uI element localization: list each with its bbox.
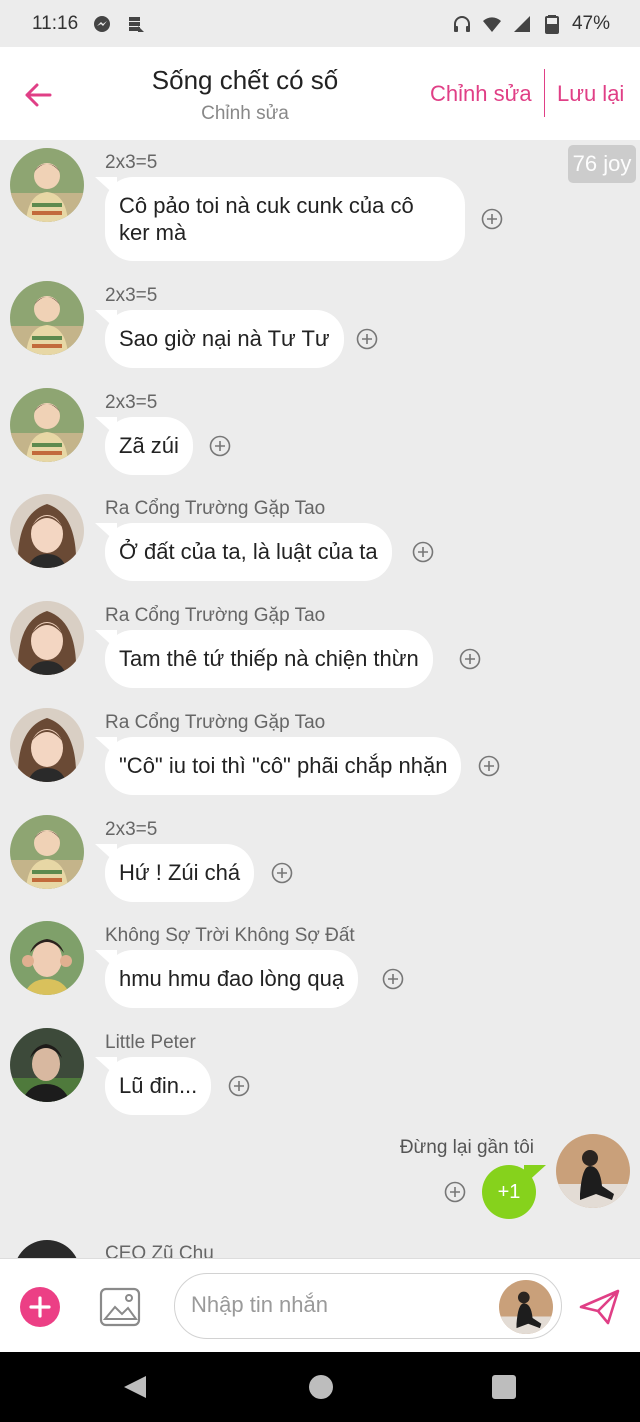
- image-icon[interactable]: [99, 1287, 141, 1327]
- plus-circle-icon[interactable]: [356, 328, 378, 350]
- message-bubble[interactable]: Ở đất của ta, là luật của ta: [105, 523, 392, 581]
- send-icon[interactable]: [578, 1287, 622, 1327]
- avatar[interactable]: [10, 601, 84, 675]
- composer-bar: [0, 1258, 640, 1352]
- avatar[interactable]: [10, 1028, 84, 1102]
- message-bubble[interactable]: hmu hmu đao lòng quạ: [105, 950, 359, 1008]
- message-text: Zã zúi: [119, 433, 179, 458]
- sender-name: 2x3=5: [105, 285, 158, 306]
- sender-name: Little Peter: [105, 1032, 196, 1053]
- nav-back-icon[interactable]: [122, 1374, 148, 1400]
- message-text: Tam thê tứ thiếp nà chiện thừn: [119, 646, 419, 671]
- message-bubble[interactable]: Cô pảo toi nà cuk cunk của cô ker mà: [105, 177, 465, 261]
- message-text: Lũ đin...: [119, 1073, 198, 1098]
- message-bubble[interactable]: "Cô" iu toi thì "cô" phãi chắp nhặn: [105, 737, 462, 795]
- message-text: Ở đất của ta, là luật của ta: [119, 539, 378, 564]
- avatar[interactable]: [14, 1240, 80, 1258]
- sender-name: Ra Cổng Trường Gặp Tao: [105, 605, 326, 626]
- header-divider: [544, 69, 545, 117]
- save-button[interactable]: Lưu lại: [557, 81, 624, 107]
- avatar[interactable]: [10, 494, 84, 568]
- sender-name: Ra Cổng Trường Gặp Tao: [105, 498, 326, 519]
- nav-home-icon[interactable]: [309, 1375, 333, 1399]
- plus-circle-icon[interactable]: [412, 541, 434, 563]
- signal-icon: [513, 15, 530, 32]
- plus-circle-icon[interactable]: [444, 1181, 466, 1203]
- sticker-avatar[interactable]: [499, 1280, 553, 1334]
- sender-name: 2x3=5: [105, 152, 158, 173]
- sender-name: Đừng lại gần tôi: [399, 1137, 534, 1158]
- message-text: Sao giờ nại nà Tư Tư: [119, 326, 330, 351]
- header: Sống chết có số Chỉnh sửa Chỉnh sửa Lưu …: [0, 47, 640, 140]
- page-subtitle: Chỉnh sửa: [201, 103, 289, 124]
- headphones-icon: [453, 15, 470, 32]
- system-nav-bar: [0, 1352, 640, 1422]
- wifi-icon: [482, 16, 501, 32]
- status-time: 11:16: [32, 12, 79, 34]
- plus-circle-icon[interactable]: [271, 862, 293, 884]
- add-button[interactable]: [20, 1287, 60, 1327]
- message-text: +1: [497, 1181, 521, 1203]
- messenger-icon: [94, 15, 111, 32]
- plus-circle-icon[interactable]: [478, 755, 500, 777]
- message-bubble[interactable]: Zã zúi: [105, 417, 193, 475]
- message-text: Cô pảo toi nà cuk cunk của cô: [119, 193, 414, 218]
- battery-icon: [544, 14, 559, 34]
- back-arrow-icon[interactable]: [20, 77, 56, 113]
- avatar[interactable]: [10, 815, 84, 889]
- sender-name: Không Sợ Trời Không Sợ Đất: [105, 925, 355, 946]
- message-bubble[interactable]: Sao giờ nại nà Tư Tư: [105, 310, 344, 368]
- joy-badge: 76 joy: [568, 145, 636, 183]
- sender-name: CEO Zũ Chu: [105, 1243, 214, 1258]
- message-text: ker mà: [119, 220, 187, 245]
- avatar[interactable]: [10, 388, 84, 462]
- message-bubble[interactable]: +1: [482, 1165, 536, 1219]
- storage-icon: [129, 16, 145, 32]
- sender-name: 2x3=5: [105, 392, 158, 413]
- add-icon: [29, 1296, 51, 1318]
- plus-circle-icon[interactable]: [459, 648, 481, 670]
- battery-percent: 47%: [571, 12, 610, 34]
- status-bar: 11:16 47%: [0, 0, 640, 47]
- message-input-wrap: [174, 1273, 562, 1339]
- avatar[interactable]: [10, 148, 84, 222]
- sender-name: 2x3=5: [105, 819, 158, 840]
- avatar[interactable]: [556, 1134, 630, 1208]
- message-input[interactable]: [191, 1274, 491, 1336]
- partial-message-item: CEO Zũ Chu: [0, 1240, 640, 1258]
- nav-recent-icon[interactable]: [492, 1375, 516, 1399]
- plus-circle-icon[interactable]: [382, 968, 404, 990]
- plus-circle-icon[interactable]: [481, 208, 503, 230]
- avatar[interactable]: [10, 921, 84, 995]
- edit-button[interactable]: Chỉnh sửa: [430, 81, 532, 107]
- message-text: Hứ ! Zúi chá: [119, 860, 241, 885]
- avatar[interactable]: [10, 708, 84, 782]
- sender-name: Ra Cổng Trường Gặp Tao: [105, 712, 326, 733]
- page-title: Sống chết có số: [151, 65, 339, 95]
- avatar[interactable]: [10, 281, 84, 355]
- message-bubble[interactable]: Tam thê tứ thiếp nà chiện thừn: [105, 630, 433, 688]
- plus-circle-icon[interactable]: [228, 1075, 250, 1097]
- message-text: hmu hmu đao lòng quạ: [119, 966, 345, 991]
- message-text: "Cô" iu toi thì "cô" phãi chắp nhặn: [119, 753, 448, 778]
- plus-circle-icon[interactable]: [209, 435, 231, 457]
- message-bubble[interactable]: Lũ đin...: [105, 1057, 212, 1115]
- message-bubble[interactable]: Hứ ! Zúi chá: [105, 844, 255, 902]
